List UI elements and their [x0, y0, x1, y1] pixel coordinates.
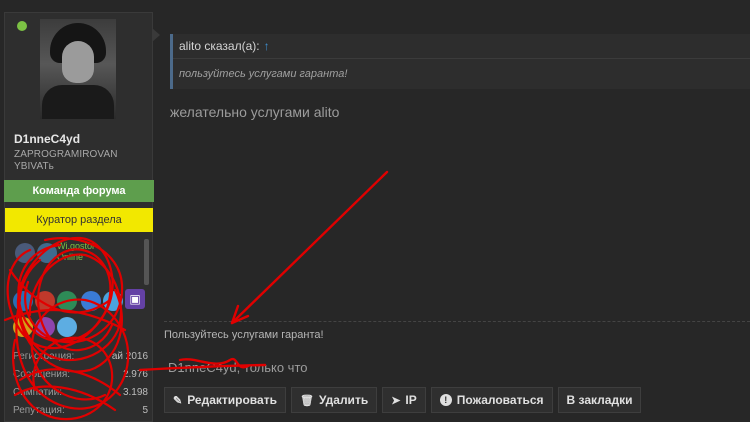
post-actions: ✎ Редактировать 🗑 Удалить ➤ IP ! Пожалов… [164, 387, 642, 413]
quote-header: alito сказал(а): ↑ [173, 34, 750, 59]
scrollbar[interactable] [144, 239, 149, 285]
avatar[interactable] [40, 19, 116, 119]
username[interactable]: D1nneC4yd [14, 132, 80, 146]
report-button[interactable]: ! Пожаловаться [430, 387, 553, 413]
card-pointer [152, 28, 160, 42]
user-title: ZAPROGRAMIROVAN YBIVATь [14, 149, 118, 172]
jump-to-quote-icon[interactable]: ↑ [264, 39, 270, 53]
delete-button[interactable]: 🗑 Удалить [290, 387, 378, 413]
badge-section-curator: Куратор раздела [5, 208, 153, 232]
user-card: D1nneC4yd ZAPROGRAMIROVAN YBIVATь Команд… [4, 12, 154, 422]
stat-registration: Регистрация: ай 2016 [13, 350, 148, 362]
stat-likes: Симпатии: 3.198 [13, 386, 148, 398]
user-stats: Регистрация: ай 2016 Сообщения: 2.976 Симп… [13, 347, 148, 419]
award-icon [103, 291, 123, 311]
edit-button[interactable]: ✎ Редактировать [164, 387, 286, 413]
quote-block: alito сказал(а): ↑ пользуйтесь услугами … [170, 34, 750, 89]
location-arrow-icon: ➤ [391, 394, 401, 407]
exclamation-icon: ! [439, 394, 452, 406]
pencil-icon: ✎ [173, 394, 183, 407]
bookmark-button[interactable]: В закладки [557, 387, 642, 413]
stat-messages: Сообщения: 2.976 [13, 368, 148, 380]
stat-reputation: Репутация: 5 [13, 404, 148, 416]
award-icon [57, 291, 77, 311]
award-icon [35, 291, 55, 311]
award-icon [13, 291, 33, 311]
mini-username: Wi.gostol Online [57, 241, 95, 262]
badge-forum-team: Команда форума [4, 180, 154, 202]
quote-text: пользуйтесь услугами гаранта! [179, 67, 348, 80]
twitch-icon[interactable]: ▣ [125, 289, 145, 309]
online-status-dot [17, 21, 27, 31]
quote-author[interactable]: alito сказал(а): [179, 39, 260, 53]
message-text: желательно услугами alito [170, 104, 340, 120]
user-icons-area: Wi.gostol Online ▣ [5, 237, 153, 337]
award-icon [15, 243, 35, 263]
trash-icon: 🗑 [299, 394, 314, 407]
ip-button[interactable]: ➤ IP [382, 387, 426, 413]
post-meta[interactable]: D1nneC4yd, только что [168, 360, 307, 375]
award-icon [35, 317, 55, 337]
award-icon [37, 243, 57, 263]
award-icon [57, 317, 77, 337]
award-icon [81, 291, 101, 311]
award-icon [13, 317, 33, 337]
signature: Пользуйтесь услугами гаранта! [164, 321, 750, 341]
arrow-line [230, 170, 389, 325]
